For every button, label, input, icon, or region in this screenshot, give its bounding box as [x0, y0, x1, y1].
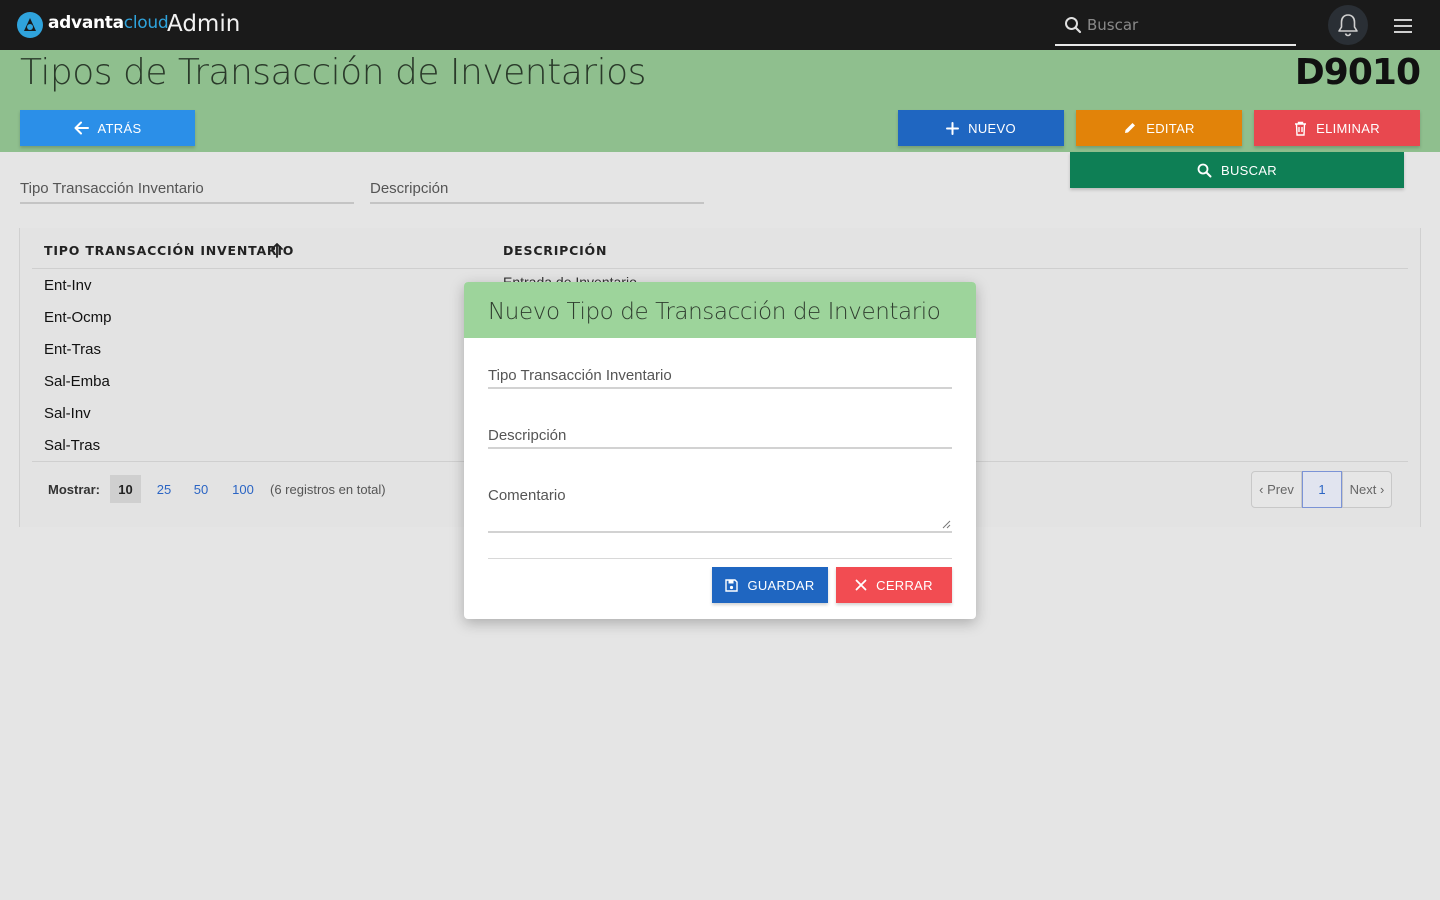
new-button[interactable]: NUEVO	[898, 110, 1064, 146]
new-record-dialog: Nuevo Tipo de Transacción de Inventario …	[464, 282, 976, 619]
table-row[interactable]: Sal-Tras	[44, 437, 100, 454]
arrow-up-icon[interactable]	[270, 242, 284, 258]
pencil-icon	[1125, 123, 1136, 133]
close-button[interactable]: CERRAR	[836, 567, 952, 603]
page-title: Tipos de Transacción de Inventarios	[20, 52, 646, 93]
edit-button-label: EDITAR	[1146, 120, 1195, 136]
pagination-page-1[interactable]: 1	[1302, 471, 1342, 508]
top-bar: advantacloud Admin	[0, 0, 1440, 50]
save-button-label: GUARDAR	[747, 577, 815, 593]
page-size-25[interactable]: 25	[152, 475, 176, 503]
trash-icon	[1295, 121, 1307, 136]
page-size-100[interactable]: 100	[228, 475, 258, 503]
app-name: Admin	[167, 11, 241, 37]
delete-button-label: ELIMINAR	[1316, 120, 1380, 136]
notifications-button[interactable]	[1328, 5, 1368, 45]
filter-tipo-transaccion[interactable]: Tipo Transacción Inventario	[20, 180, 354, 204]
screen-code: D9010	[1294, 52, 1421, 93]
column-header-descripcion[interactable]: DESCRIPCIÓN	[503, 243, 607, 258]
search-button[interactable]: BUSCAR	[1070, 152, 1404, 188]
arrow-left-icon	[74, 121, 89, 135]
search-button-label: BUSCAR	[1221, 162, 1277, 178]
close-button-label: CERRAR	[876, 577, 933, 593]
close-icon	[855, 579, 867, 591]
field-comentario-label: Comentario	[488, 487, 566, 504]
floppy-disk-icon	[725, 578, 739, 592]
brand-logo-text[interactable]: advantacloud	[48, 13, 169, 33]
back-button-label: ATRÁS	[97, 120, 142, 136]
pagination-next[interactable]: Next ›	[1342, 471, 1392, 508]
bell-icon	[1338, 14, 1358, 37]
page-size-50[interactable]: 50	[189, 475, 213, 503]
search-icon	[1197, 163, 1212, 177]
pagination-prev[interactable]: ‹ Prev	[1251, 471, 1302, 508]
pagination: ‹ Prev 1 Next ›	[1251, 471, 1392, 508]
table-row[interactable]: Sal-Inv	[44, 405, 91, 422]
field-comentario[interactable]: Comentario	[488, 487, 952, 533]
hamburger-menu-icon[interactable]	[1394, 16, 1414, 34]
resize-handle-icon[interactable]	[942, 520, 951, 529]
page-size-label: Mostrar:	[48, 482, 101, 497]
dialog-footer-divider	[488, 558, 952, 559]
field-descripcion[interactable]: Descripción	[488, 427, 952, 449]
advantacloud-logo-icon[interactable]	[16, 11, 44, 39]
header-divider	[32, 268, 1408, 269]
search-icon	[1065, 17, 1082, 34]
back-button[interactable]: ATRÁS	[20, 110, 195, 146]
column-header-tipo[interactable]: TIPO TRANSACCIÓN INVENTARIO	[44, 243, 294, 258]
page-size-10[interactable]: 10	[110, 475, 141, 503]
table-row[interactable]: Ent-Inv	[44, 277, 92, 294]
brand-text-part1: advanta	[48, 13, 124, 33]
save-button[interactable]: GUARDAR	[712, 567, 828, 603]
record-count: (6 registros en total)	[270, 482, 386, 497]
table-cell-description: Entrada de Inventario	[503, 274, 637, 282]
delete-button[interactable]: ELIMINAR	[1254, 110, 1420, 146]
search-input[interactable]	[1087, 14, 1287, 36]
plus-icon	[946, 121, 960, 135]
table-row[interactable]: Ent-Tras	[44, 341, 101, 358]
field-tipo-transaccion[interactable]: Tipo Transacción Inventario	[488, 367, 952, 389]
table-row[interactable]: Ent-Ocmp	[44, 309, 112, 326]
edit-button[interactable]: EDITAR	[1076, 110, 1242, 146]
new-button-label: NUEVO	[968, 120, 1016, 136]
filter-descripcion[interactable]: Descripción	[370, 180, 704, 204]
brand-text-part2: cloud	[123, 13, 169, 33]
dialog-title: Nuevo Tipo de Transacción de Inventario	[488, 299, 941, 325]
global-search	[1055, 6, 1296, 46]
table-row[interactable]: Sal-Emba	[44, 373, 110, 390]
dialog-header: Nuevo Tipo de Transacción de Inventario	[464, 282, 976, 338]
